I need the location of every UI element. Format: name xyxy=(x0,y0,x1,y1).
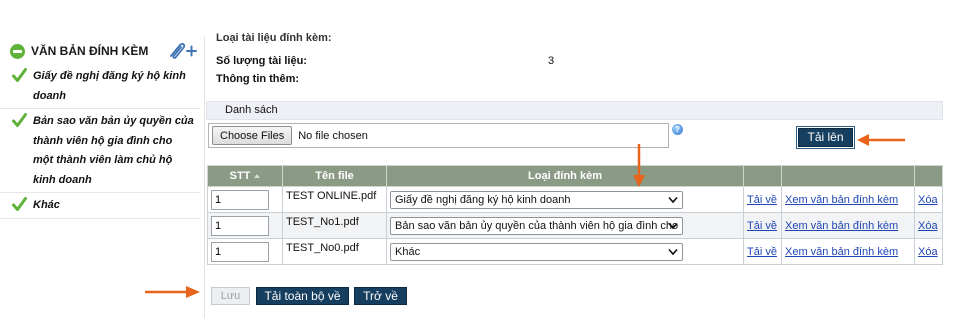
sidebar-item-label: Giấy đề nghị đăng ký hộ kinh doanh xyxy=(33,70,186,102)
check-icon xyxy=(12,68,27,82)
download-link[interactable]: Tải về xyxy=(747,194,777,206)
column-header-stt[interactable]: STT xyxy=(207,165,283,187)
doc-count-value: 3 xyxy=(548,55,555,67)
list-section-header: Danh sách xyxy=(206,101,943,120)
attach-type-value: Giấy đề nghị đăng ký hộ kinh doanh xyxy=(395,193,571,206)
view-attachment-link[interactable]: Xem văn bản đính kèm xyxy=(785,246,898,258)
back-button[interactable]: Trở về xyxy=(354,287,407,305)
column-header-download xyxy=(743,165,782,187)
attach-add-icon[interactable] xyxy=(166,41,198,61)
attach-type-value: Bản sao văn bản ủy quyền của thành viên … xyxy=(395,219,683,232)
sidebar-item-business-registration[interactable]: Giấy đề nghị đăng ký hộ kinh doanh xyxy=(0,64,200,109)
table-row: TEST ONLINE.pdf Giấy đề nghị đăng ký hộ … xyxy=(207,186,943,213)
table-header-row: STT Tên file Loại đính kèm xyxy=(207,165,943,187)
attach-type-select[interactable]: Giấy đề nghị đăng ký hộ kinh doanh xyxy=(390,190,683,209)
arrow-right-icon xyxy=(145,286,200,298)
download-all-button[interactable]: Tải toàn bộ về xyxy=(256,287,349,305)
download-link[interactable]: Tải về xyxy=(747,220,777,232)
delete-link[interactable]: Xóa xyxy=(918,194,938,206)
delete-link[interactable]: Xóa xyxy=(918,220,938,232)
arrow-left-icon xyxy=(857,134,905,146)
choose-files-button[interactable]: Choose Files xyxy=(212,126,293,145)
attachments-sidebar: VĂN BẢN ĐÍNH KÈM Giấy đề nghị đăng ký hộ… xyxy=(0,38,200,219)
extra-info-label: Thông tin thêm: xyxy=(216,73,300,85)
attach-type-value: Khác xyxy=(395,245,421,258)
chevron-down-icon xyxy=(668,196,678,203)
delete-link[interactable]: Xóa xyxy=(918,246,938,258)
view-attachment-link[interactable]: Xem văn bản đính kèm xyxy=(785,194,898,206)
stt-input[interactable] xyxy=(211,215,269,236)
stt-input[interactable] xyxy=(211,241,269,262)
sidebar-item-label: Khác xyxy=(33,199,60,211)
check-icon xyxy=(12,197,27,211)
chevron-down-icon xyxy=(668,222,678,229)
column-header-view xyxy=(781,165,915,187)
panel-divider xyxy=(204,36,205,318)
chevron-down-icon xyxy=(668,248,678,255)
sort-icon xyxy=(254,174,261,178)
doc-count-label: Số lượng tài liệu: xyxy=(216,55,307,67)
column-header-attach-type: Loại đính kèm xyxy=(386,165,744,187)
help-icon[interactable]: ? xyxy=(672,124,683,135)
file-name: TEST_No1.pdf xyxy=(286,215,359,228)
download-link[interactable]: Tải về xyxy=(747,246,777,258)
doc-type-label: Loại tài liệu đính kèm: xyxy=(216,32,332,44)
sidebar-item-other[interactable]: Khác xyxy=(0,193,200,219)
sidebar-header: VĂN BẢN ĐÍNH KÈM xyxy=(0,38,200,64)
stt-input[interactable] xyxy=(211,189,269,210)
attachments-table: STT Tên file Loại đính kèm TEST ONLINE.p… xyxy=(207,165,943,265)
file-name: TEST_No0.pdf xyxy=(286,241,359,254)
table-row: TEST_No1.pdf Bản sao văn bản ủy quyền củ… xyxy=(207,212,943,239)
column-header-delete xyxy=(914,165,943,187)
arrow-down-icon xyxy=(633,144,645,187)
column-header-file-name: Tên file xyxy=(282,165,387,187)
save-button[interactable]: Lưu xyxy=(211,287,250,305)
attach-type-select[interactable]: Bản sao văn bản ủy quyền của thành viên … xyxy=(390,216,683,235)
sidebar-item-authorization[interactable]: Bản sao văn bản ủy quyền của thành viên … xyxy=(0,109,200,193)
upload-button[interactable]: Tải lên xyxy=(798,128,853,147)
attach-type-select[interactable]: Khác xyxy=(390,242,683,261)
file-name: TEST ONLINE.pdf xyxy=(286,189,377,202)
sidebar-item-label: Bản sao văn bản ủy quyền của thành viên … xyxy=(33,115,194,186)
file-picker[interactable]: Choose Files No file chosen xyxy=(208,123,669,148)
table-row: TEST_No0.pdf Khác Tải về Xem văn bản đín… xyxy=(207,238,943,265)
collapse-minus-icon[interactable] xyxy=(10,43,25,59)
check-icon xyxy=(12,113,27,127)
view-attachment-link[interactable]: Xem văn bản đính kèm xyxy=(785,220,898,232)
no-file-text: No file chosen xyxy=(298,129,368,142)
sidebar-title: VĂN BẢN ĐÍNH KÈM xyxy=(31,44,149,58)
